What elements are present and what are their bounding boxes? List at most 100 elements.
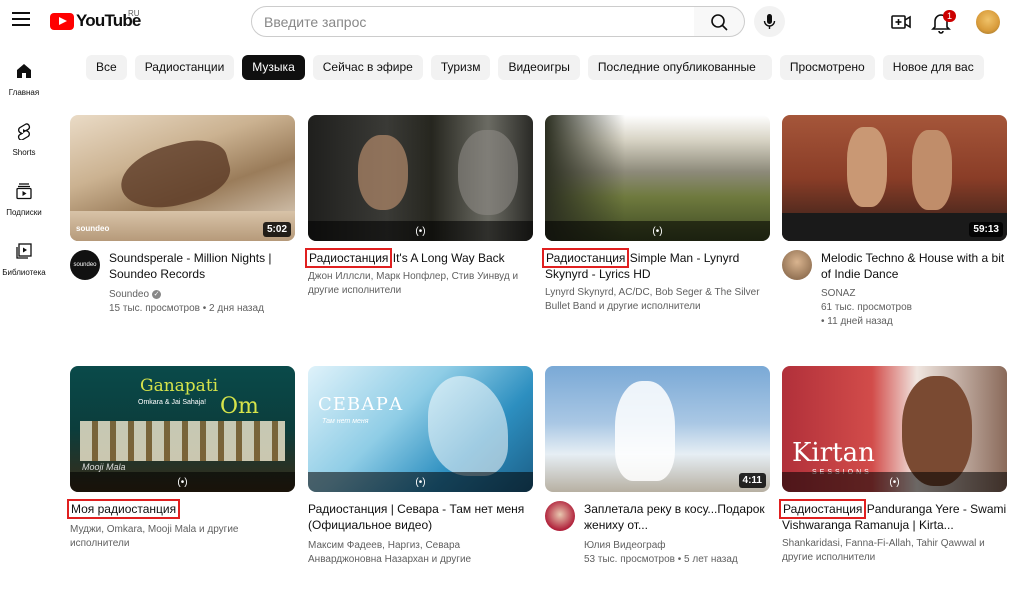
- video-thumbnail[interactable]: 59:13: [782, 115, 1007, 241]
- subscriptions-icon: [16, 183, 32, 200]
- video-thumbnail[interactable]: soundeo 5:02: [70, 115, 295, 241]
- radio-indicator-bar: (•): [308, 472, 533, 492]
- chip-music[interactable]: Музыка: [242, 55, 305, 80]
- search-box: [251, 6, 695, 37]
- home-icon: [17, 64, 31, 78]
- video-views: 61 тыс. просмотров: [821, 302, 912, 313]
- video-age: • 11 дней назад: [821, 316, 893, 327]
- channel-list[interactable]: Lynyrd Skynyrd, AC/DC, Bob Seger & The S…: [545, 286, 770, 314]
- video-card[interactable]: soundeo 5:02 soundeo Soundsperale - Mill…: [70, 115, 295, 316]
- channel-list[interactable]: Максим Фадеев, Наргиз, Севара Анварджоно…: [308, 539, 533, 567]
- radio-indicator-bar: (•): [545, 221, 770, 241]
- video-card[interactable]: 59:13 Melodic Techno & House with a bit …: [782, 115, 1007, 329]
- channel-avatar[interactable]: soundeo: [70, 250, 100, 280]
- video-thumbnail[interactable]: СЕВАРА Там нет меня (•): [308, 366, 533, 492]
- channel-name[interactable]: Soundeo: [109, 289, 149, 300]
- video-thumbnail[interactable]: 4:11: [545, 366, 770, 492]
- search-button[interactable]: [694, 6, 745, 37]
- channel-list[interactable]: Джон Иллсли, Марк Нопфлер, Стив Уинвуд и…: [308, 270, 533, 298]
- video-title[interactable]: Радиостанция Panduranga Yere - Swami Vis…: [778, 499, 1007, 533]
- radio-indicator-bar: (•): [70, 472, 295, 492]
- channel-name[interactable]: Юлия Видеограф: [584, 539, 770, 553]
- video-card[interactable]: 4:11 Заплетала реку в косу...Подарок жен…: [545, 366, 770, 567]
- radio-badge: Радиостанция: [541, 248, 630, 268]
- chip-video-games[interactable]: Видеоигры: [498, 55, 580, 80]
- sidebar-item-label: Библиотека: [2, 268, 46, 277]
- radio-badge: Радиостанция: [304, 248, 393, 268]
- account-avatar[interactable]: [976, 10, 1000, 34]
- microphone-icon: [763, 14, 776, 29]
- sidebar-item-home[interactable]: Главная: [0, 52, 48, 112]
- chip-all[interactable]: Все: [86, 55, 127, 80]
- voice-search-button[interactable]: [754, 6, 785, 37]
- youtube-logo[interactable]: YouTube RU: [50, 9, 141, 31]
- shorts-icon: [17, 123, 31, 140]
- chip-recently-uploaded[interactable]: Последние опубликованные: [587, 55, 772, 80]
- radio-wave-icon: (•): [415, 225, 426, 237]
- sidebar-item-library[interactable]: Библиотека: [0, 232, 48, 292]
- radio-badge: Радиостанция: [778, 499, 867, 519]
- video-card[interactable]: Ganapati Om Omkara & Jai Sahaja! Mooji M…: [66, 366, 295, 551]
- radio-badge: Моя радиостанция: [66, 499, 181, 519]
- chip-watched[interactable]: Просмотрено: [779, 55, 875, 80]
- radio-wave-icon: (•): [415, 476, 426, 488]
- video-card[interactable]: (•) Радиостанция It's A Long Way Back Дж…: [304, 115, 533, 298]
- channel-list[interactable]: Муджи, Omkara, Mooji Mala и другие испол…: [70, 523, 295, 551]
- video-title[interactable]: Радиостанция | Севара - Там нет меня (Оф…: [308, 501, 533, 533]
- create-video-button[interactable]: [889, 10, 913, 34]
- sidebar-item-subscriptions[interactable]: Подписки: [0, 172, 48, 232]
- search-input[interactable]: [264, 7, 694, 36]
- soundeo-avatar-text: soundeo: [73, 262, 97, 268]
- video-stats: 53 тыс. просмотров • 5 лет назад: [584, 554, 738, 565]
- sidebar-item-label: Подписки: [6, 208, 42, 217]
- chip-radio[interactable]: Радиостанции: [134, 55, 235, 80]
- channel-list[interactable]: Shankaridasi, Fanna-Fi-Allah, Tahir Qaww…: [782, 537, 1007, 565]
- video-title[interactable]: Моя радиостанция: [66, 499, 295, 519]
- video-card[interactable]: Kirtan SESSIONS (•) Радиостанция Pandura…: [778, 366, 1007, 565]
- channel-name[interactable]: SONAZ: [821, 287, 1007, 301]
- library-icon: [16, 243, 32, 259]
- mini-guide: Главная Shorts Подписки Библиотека: [0, 52, 48, 292]
- video-duration: 5:02: [262, 222, 291, 237]
- chip-new-to-you[interactable]: Новое для вас: [882, 55, 984, 80]
- thumbnail-title-text: Ganapati: [140, 376, 219, 396]
- video-thumbnail[interactable]: Ganapati Om Omkara & Jai Sahaja! Mooji M…: [70, 366, 295, 492]
- channel-avatar[interactable]: [545, 501, 575, 531]
- video-thumbnail[interactable]: (•): [308, 115, 533, 241]
- radio-wave-icon: (•): [652, 225, 663, 237]
- radio-indicator-bar: (•): [308, 221, 533, 241]
- video-duration: 59:13: [969, 222, 1003, 237]
- youtube-play-icon: [50, 12, 74, 30]
- video-add-icon: [891, 15, 911, 29]
- thumbnail-subtitle-text: Omkara & Jai Sahaja!: [138, 399, 207, 406]
- soundeo-watermark: soundeo: [76, 224, 110, 233]
- radio-indicator-bar: (•): [782, 472, 1007, 492]
- video-title[interactable]: Melodic Techno & House with a bit of Ind…: [821, 250, 1007, 282]
- top-bar: YouTube RU 1: [0, 0, 1024, 44]
- video-title[interactable]: Радиостанция Simple Man - Lynyrd Skynyrd…: [541, 248, 770, 282]
- video-thumbnail[interactable]: Kirtan SESSIONS (•): [782, 366, 1007, 492]
- chip-live[interactable]: Сейчас в эфире: [312, 55, 423, 80]
- sidebar-item-shorts[interactable]: Shorts: [0, 112, 48, 172]
- video-card[interactable]: СЕВАРА Там нет меня (•) Радиостанция | С…: [308, 366, 533, 567]
- verified-check-icon: ✓: [152, 289, 162, 299]
- video-title[interactable]: Заплетала реку в косу...Подарок жениху о…: [584, 501, 770, 533]
- thumbnail-subtitle-text: Там нет меня: [322, 418, 369, 425]
- video-thumbnail[interactable]: (•): [545, 115, 770, 241]
- thumbnail-watermark-text: Mooji Mala: [82, 462, 126, 472]
- video-card[interactable]: (•) Радиостанция Simple Man - Lynyrd Sky…: [541, 115, 770, 314]
- sidebar-item-label: Главная: [8, 88, 40, 97]
- menu-icon[interactable]: [12, 12, 30, 28]
- notification-count-badge: 1: [943, 10, 957, 22]
- sidebar-item-label: Shorts: [12, 148, 36, 157]
- video-title[interactable]: Радиостанция It's A Long Way Back: [304, 248, 533, 268]
- video-title[interactable]: Soundsperale - Million Nights | Soundeo …: [109, 250, 295, 282]
- chip-tourism[interactable]: Туризм: [430, 55, 491, 80]
- filter-chips-bar: Все Радиостанции Музыка Сейчас в эфире Т…: [86, 55, 984, 80]
- radio-wave-icon: (•): [177, 476, 188, 488]
- video-stats: 15 тыс. просмотров • 2 дня назад: [109, 303, 264, 314]
- thumbnail-title-text: Kirtan: [792, 438, 875, 468]
- video-title-text: It's A Long Way Back: [392, 251, 505, 265]
- channel-avatar[interactable]: [782, 250, 812, 280]
- thumbnail-title-text: СЕВАРА: [318, 394, 404, 415]
